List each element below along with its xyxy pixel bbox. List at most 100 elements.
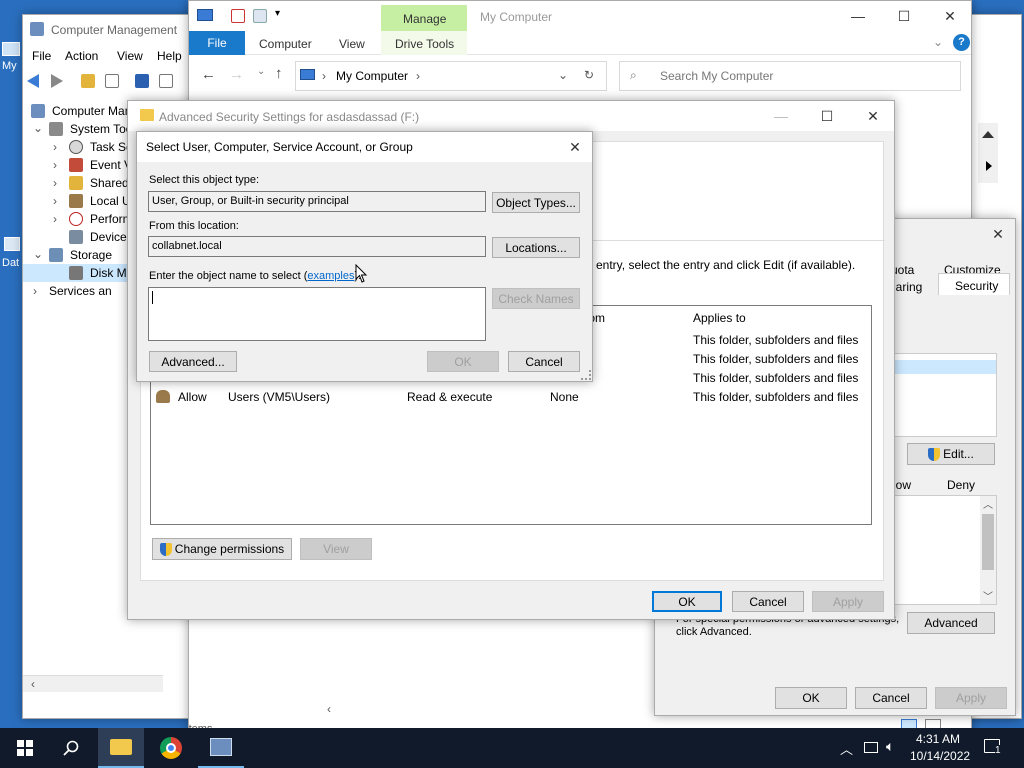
tree-item-storage[interactable]: ⌄ Storage xyxy=(23,246,133,264)
expand-ribbon-icon[interactable]: ⌄ xyxy=(933,35,943,49)
change-permissions-button[interactable]: Change permissions xyxy=(152,538,292,560)
ok-button[interactable]: OK xyxy=(427,351,499,372)
advanced-button[interactable]: Advanced... xyxy=(149,351,237,372)
up-arrow-icon[interactable]: ↑ xyxy=(275,65,283,82)
scroll-up-icon[interactable] xyxy=(982,131,994,138)
chrome-taskbar-button[interactable] xyxy=(148,728,194,768)
desktop-icon-data[interactable]: Dat xyxy=(0,235,24,275)
tree-item-services[interactable]: › Services an xyxy=(23,282,133,300)
tree-horizontal-scrollbar[interactable]: ‹ xyxy=(23,675,163,692)
chevron-right-icon[interactable]: › xyxy=(33,284,37,298)
back-arrow-icon[interactable]: ← xyxy=(201,66,216,83)
chevron-right-icon[interactable]: › xyxy=(53,176,57,190)
right-scrollbar[interactable] xyxy=(978,123,998,183)
file-explorer-taskbar-button[interactable] xyxy=(98,728,144,768)
scroll-up-icon[interactable]: ︿ xyxy=(983,496,993,511)
permissions-list[interactable]: ︿ ﹀ xyxy=(891,495,997,605)
object-name-input[interactable] xyxy=(148,287,486,341)
group-user-list[interactable] xyxy=(891,353,997,437)
object-types-button[interactable]: Object Types... xyxy=(492,192,580,213)
action-center-button[interactable]: 1 xyxy=(982,736,1006,760)
close-button[interactable]: ✕ xyxy=(557,132,592,162)
edit-permissions-button[interactable]: Edit... xyxy=(907,443,995,465)
cancel-button[interactable]: Cancel xyxy=(508,351,580,372)
horizontal-scrollbar[interactable]: ‹ xyxy=(319,701,659,718)
cancel-button[interactable]: Cancel xyxy=(855,687,927,709)
address-text[interactable]: My Computer xyxy=(336,69,408,83)
desktop-icon-my-computer[interactable]: My xyxy=(0,40,24,80)
network-icon[interactable] xyxy=(864,742,878,753)
volume-icon[interactable]: 🔈︎ xyxy=(886,738,894,755)
scroll-left-icon[interactable]: ‹ xyxy=(31,677,35,691)
show-hidden-icons-icon[interactable]: ︿ xyxy=(840,739,853,758)
close-button[interactable]: ✕ xyxy=(979,219,1015,249)
address-dropdown-icon[interactable]: ⌄ xyxy=(558,68,568,82)
minimize-button[interactable]: — xyxy=(758,101,804,131)
new-folder-icon[interactable] xyxy=(253,9,267,23)
maximize-button[interactable]: ☐ xyxy=(804,101,850,131)
view-button[interactable]: View xyxy=(300,538,372,560)
tab-file[interactable]: File xyxy=(189,31,245,55)
chevron-down-icon[interactable]: ⌄ xyxy=(33,121,43,135)
locations-button[interactable]: Locations... xyxy=(492,237,580,258)
ok-button[interactable]: OK xyxy=(775,687,847,709)
show-hide-tree-icon[interactable] xyxy=(105,74,119,88)
computer-management-taskbar-button[interactable] xyxy=(198,728,244,768)
menu-view[interactable]: View xyxy=(117,49,143,63)
back-icon[interactable] xyxy=(27,74,39,88)
help-icon[interactable] xyxy=(135,74,149,88)
clock-time[interactable]: 4:31 AM xyxy=(916,732,960,746)
check-names-button[interactable]: Check Names xyxy=(492,288,580,309)
tree-item-event-viewer[interactable]: › Event V xyxy=(23,156,133,174)
tree-item-device-manager[interactable]: Device M xyxy=(23,228,140,246)
tab-security[interactable]: Security xyxy=(938,273,1010,295)
chevron-right-icon[interactable]: › xyxy=(53,158,57,172)
advanced-button[interactable]: Advanced xyxy=(907,612,995,634)
tree-item-performance[interactable]: › Perform xyxy=(23,210,133,228)
console-icon[interactable] xyxy=(159,74,173,88)
menu-help[interactable]: Help xyxy=(157,49,182,63)
chevron-down-icon[interactable]: ⌄ xyxy=(33,247,43,261)
resize-grip-icon[interactable] xyxy=(581,370,591,380)
help-icon[interactable]: ? xyxy=(953,34,970,51)
tab-computer[interactable]: Computer xyxy=(259,37,312,51)
tree-item-disk-management[interactable]: Disk Ma xyxy=(23,264,133,282)
address-bar[interactable]: › My Computer › ⌄ ↻ xyxy=(295,61,607,91)
permissions-scrollbar[interactable]: ︿ ﹀ xyxy=(980,496,996,604)
search-box[interactable]: ⌕ Search My Computer xyxy=(619,61,961,91)
tab-drive-tools[interactable]: Drive Tools xyxy=(381,31,467,55)
chevron-right-icon[interactable]: › xyxy=(53,212,57,226)
chevron-right-icon[interactable]: › xyxy=(53,194,57,208)
forward-icon[interactable] xyxy=(51,74,63,88)
table-row[interactable]: Allow Users (VM5\Users) Read & execute N… xyxy=(151,388,871,406)
tab-view[interactable]: View xyxy=(339,37,365,51)
scroll-thumb[interactable] xyxy=(982,514,994,570)
up-folder-icon[interactable] xyxy=(81,74,95,88)
scroll-left-icon[interactable]: ‹ xyxy=(327,702,331,716)
recent-locations-icon[interactable]: ⌄ xyxy=(257,66,265,77)
maximize-button[interactable]: ☐ xyxy=(881,1,927,31)
tree-item-task-scheduler[interactable]: › Task Sch xyxy=(23,138,139,156)
scroll-down-icon[interactable]: ﹀ xyxy=(983,588,993,603)
ok-button[interactable]: OK xyxy=(652,591,722,612)
start-button[interactable] xyxy=(2,728,48,768)
tree-item-shared-folders[interactable]: › Shared xyxy=(23,174,133,192)
tree-item-computer-management[interactable]: Computer Mana xyxy=(23,102,138,120)
chevron-right-icon[interactable]: › xyxy=(53,140,57,154)
search-button[interactable] xyxy=(48,728,94,768)
apply-button[interactable]: Apply xyxy=(812,591,884,612)
menu-action[interactable]: Action xyxy=(65,49,98,63)
minimize-button[interactable]: — xyxy=(835,1,881,31)
tree-item-local-users[interactable]: › Local U xyxy=(23,192,133,210)
close-button[interactable]: ✕ xyxy=(927,1,971,31)
menu-file[interactable]: File xyxy=(32,49,51,63)
close-button[interactable]: ✕ xyxy=(850,101,894,131)
refresh-icon[interactable]: ↻ xyxy=(584,68,594,82)
scroll-right-icon[interactable] xyxy=(986,161,992,171)
properties-icon[interactable] xyxy=(231,9,245,23)
tree-item-system-tools[interactable]: ⌄ System Too xyxy=(23,120,133,138)
forward-arrow-icon[interactable]: → xyxy=(229,66,244,83)
list-item-selected[interactable] xyxy=(892,360,996,374)
clock-date[interactable]: 10/14/2022 xyxy=(910,749,970,763)
customize-toolbar-icon[interactable]: ▾ xyxy=(275,8,280,19)
